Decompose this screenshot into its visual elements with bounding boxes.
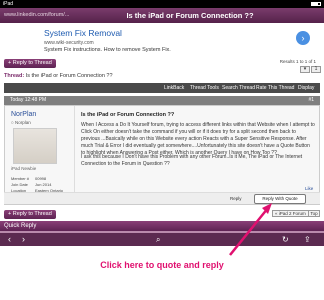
screen: iPad www.linkedin.com/forum/... Is the i… <box>0 0 324 300</box>
pointer-arrow-icon <box>229 203 272 256</box>
